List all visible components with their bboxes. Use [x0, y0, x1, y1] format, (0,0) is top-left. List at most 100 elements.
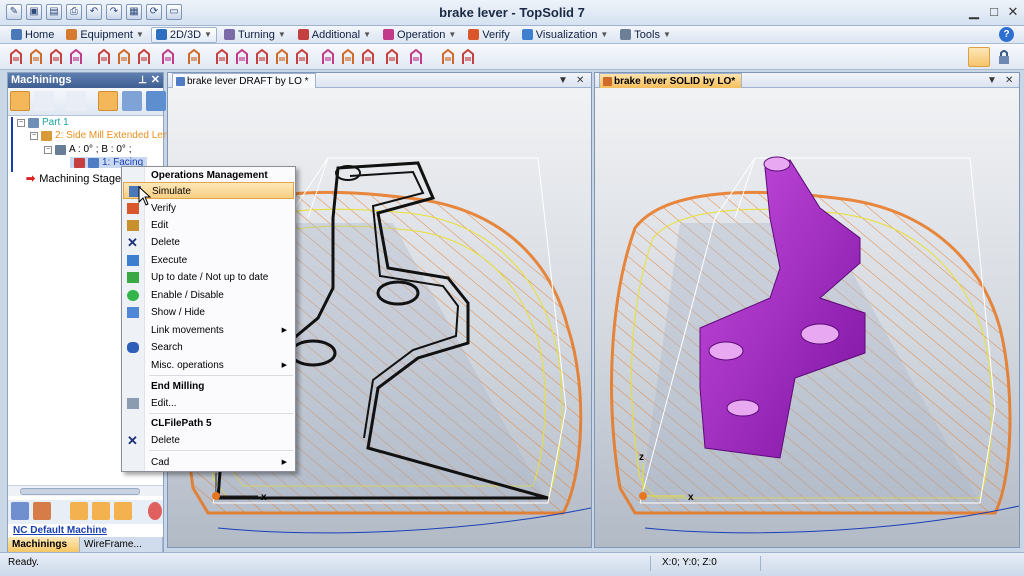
engrave-icon[interactable]: [186, 48, 202, 66]
tab-label: Operation: [397, 28, 446, 41]
scrollbar-thumb[interactable]: [20, 488, 140, 495]
help-icon[interactable]: ?: [999, 27, 1014, 42]
tab-operation[interactable]: Operation ▼: [378, 27, 461, 43]
chevron-down-icon[interactable]: ▼: [558, 73, 568, 88]
tool-icon[interactable]: [34, 91, 54, 111]
contour-icon[interactable]: [28, 48, 44, 66]
sort-icon[interactable]: [146, 91, 166, 111]
tab-tools[interactable]: Tools ▼: [615, 27, 676, 43]
profile-icon[interactable]: [48, 48, 64, 66]
drill-cycle-icon[interactable]: [440, 48, 456, 66]
tab-visualization[interactable]: Visualization ▼: [517, 27, 613, 43]
zlevel-icon[interactable]: [234, 48, 250, 66]
drill-icon[interactable]: [68, 48, 84, 66]
chamfer-icon[interactable]: [136, 48, 152, 66]
solid-hole: [708, 341, 744, 361]
tree-view-icon[interactable]: [98, 91, 118, 111]
pin-icon[interactable]: ⊥: [138, 73, 147, 88]
tree-node-axis[interactable]: − A : 0° ; B : 0° ;: [44, 144, 131, 155]
tree-node-stage[interactable]: ➡ Machining Stage: [26, 172, 121, 186]
menu-item-execute[interactable]: Execute: [122, 252, 295, 269]
slot-icon[interactable]: [116, 48, 132, 66]
menu-item-search[interactable]: Search: [122, 339, 295, 356]
menu-item-link-movements[interactable]: Link movements ▶: [122, 322, 295, 339]
chevron-down-icon[interactable]: ▼: [663, 30, 671, 39]
lock-icon[interactable]: [996, 48, 1016, 66]
list-view-icon[interactable]: [122, 91, 142, 111]
surface-icon[interactable]: [408, 48, 424, 66]
menu-item-uptodate[interactable]: Up to date / Not up to date: [122, 269, 295, 286]
collapse-icon[interactable]: −: [17, 118, 25, 127]
menu-item-edit[interactable]: Edit: [122, 217, 295, 234]
menu-item-misc-operations[interactable]: Misc. operations ▶: [122, 357, 295, 374]
pocket-icon[interactable]: [8, 48, 24, 66]
sweep-icon[interactable]: [254, 48, 270, 66]
flat-icon[interactable]: [340, 48, 356, 66]
maximize-icon[interactable]: □: [985, 3, 1003, 21]
tab-draft-document[interactable]: brake lever DRAFT by LO *: [172, 73, 316, 88]
close-icon[interactable]: ✕: [576, 73, 584, 88]
x-axis-label: x: [688, 492, 694, 503]
tab-solid-document[interactable]: brake lever SOLID by LO*: [599, 73, 743, 88]
coordinates-readout: X:0; Y:0; Z:0: [662, 557, 717, 568]
tab-2d3d[interactable]: 2D/3D ▼: [150, 26, 217, 43]
tap-icon[interactable]: [460, 48, 476, 66]
menu-item-cad[interactable]: Cad ▶: [122, 454, 295, 471]
chevron-down-icon[interactable]: ▼: [987, 73, 997, 88]
tree-node-operation[interactable]: − 2: Side Mill Extended Len: [30, 130, 168, 141]
menu-item-show-hide[interactable]: Show / Hide: [122, 304, 295, 321]
path-icon[interactable]: [114, 502, 132, 520]
tab-label: 2D/3D: [169, 28, 202, 41]
tab-additional[interactable]: Additional ▼: [293, 27, 376, 43]
chevron-down-icon[interactable]: ▼: [204, 30, 212, 39]
tab-turning[interactable]: Turning ▼: [219, 27, 291, 43]
tab-machinings[interactable]: Machinings: [8, 537, 80, 552]
pencil-icon[interactable]: [294, 48, 310, 66]
finish-icon[interactable]: [384, 48, 400, 66]
chevron-down-icon[interactable]: ▼: [363, 30, 371, 39]
spiral-icon[interactable]: [274, 48, 290, 66]
chevron-down-icon[interactable]: ▼: [448, 30, 456, 39]
tree-node-part[interactable]: − Part 1: [17, 117, 69, 128]
thread-icon[interactable]: [160, 48, 176, 66]
operations-icon[interactable]: [11, 502, 29, 520]
nc-machine-link[interactable]: NC Default Machine: [8, 524, 163, 537]
menu-item-delete-path[interactable]: ✕ Delete: [122, 432, 295, 449]
rest-icon[interactable]: [320, 48, 336, 66]
minimize-icon[interactable]: ▁: [965, 3, 983, 21]
tab-verify[interactable]: Verify: [463, 27, 515, 43]
machine-icon[interactable]: [66, 91, 86, 111]
3d-canvas[interactable]: z x: [595, 88, 1019, 547]
verify-icon: [468, 29, 480, 40]
tab-equipment[interactable]: Equipment ▼: [61, 27, 149, 43]
chevron-down-icon[interactable]: ▼: [600, 30, 608, 39]
tool-holder-icon[interactable]: [148, 502, 162, 520]
menu-item-label: Delete: [151, 435, 180, 446]
delete-icon: ✕: [127, 235, 138, 250]
tab-label: Visualization: [535, 28, 598, 41]
delete-icon: ✕: [127, 433, 138, 448]
machining-icon[interactable]: [10, 91, 30, 111]
chevron-down-icon[interactable]: ▼: [278, 30, 286, 39]
close-icon[interactable]: ✕: [1005, 73, 1013, 88]
menu-item-enable-disable[interactable]: Enable / Disable: [122, 287, 295, 304]
toolpath-icon[interactable]: [70, 502, 88, 520]
contour-2d-icon[interactable]: [214, 48, 230, 66]
solid-hole: [800, 323, 840, 345]
tab-home[interactable]: Home: [6, 27, 59, 43]
chevron-down-icon[interactable]: ▼: [136, 30, 144, 39]
hatch-icon[interactable]: [360, 48, 376, 66]
menu-item-delete[interactable]: ✕ Delete: [122, 234, 295, 251]
close-icon[interactable]: ✕: [1004, 3, 1022, 21]
hierarchy-icon[interactable]: [33, 502, 51, 520]
collapse-icon[interactable]: −: [44, 145, 52, 154]
tab-wireframe[interactable]: WireFrame...: [80, 537, 163, 552]
check-icon[interactable]: [92, 502, 110, 520]
close-icon[interactable]: ✕: [151, 73, 160, 88]
menu-item-edit-end-milling[interactable]: Edit...: [122, 395, 295, 412]
menu-item-label: Edit...: [151, 398, 177, 409]
horizontal-scrollbar[interactable]: [8, 485, 163, 496]
operation-settings-icon[interactable]: [968, 47, 990, 67]
face-icon[interactable]: [96, 48, 112, 66]
collapse-icon[interactable]: −: [30, 131, 38, 140]
